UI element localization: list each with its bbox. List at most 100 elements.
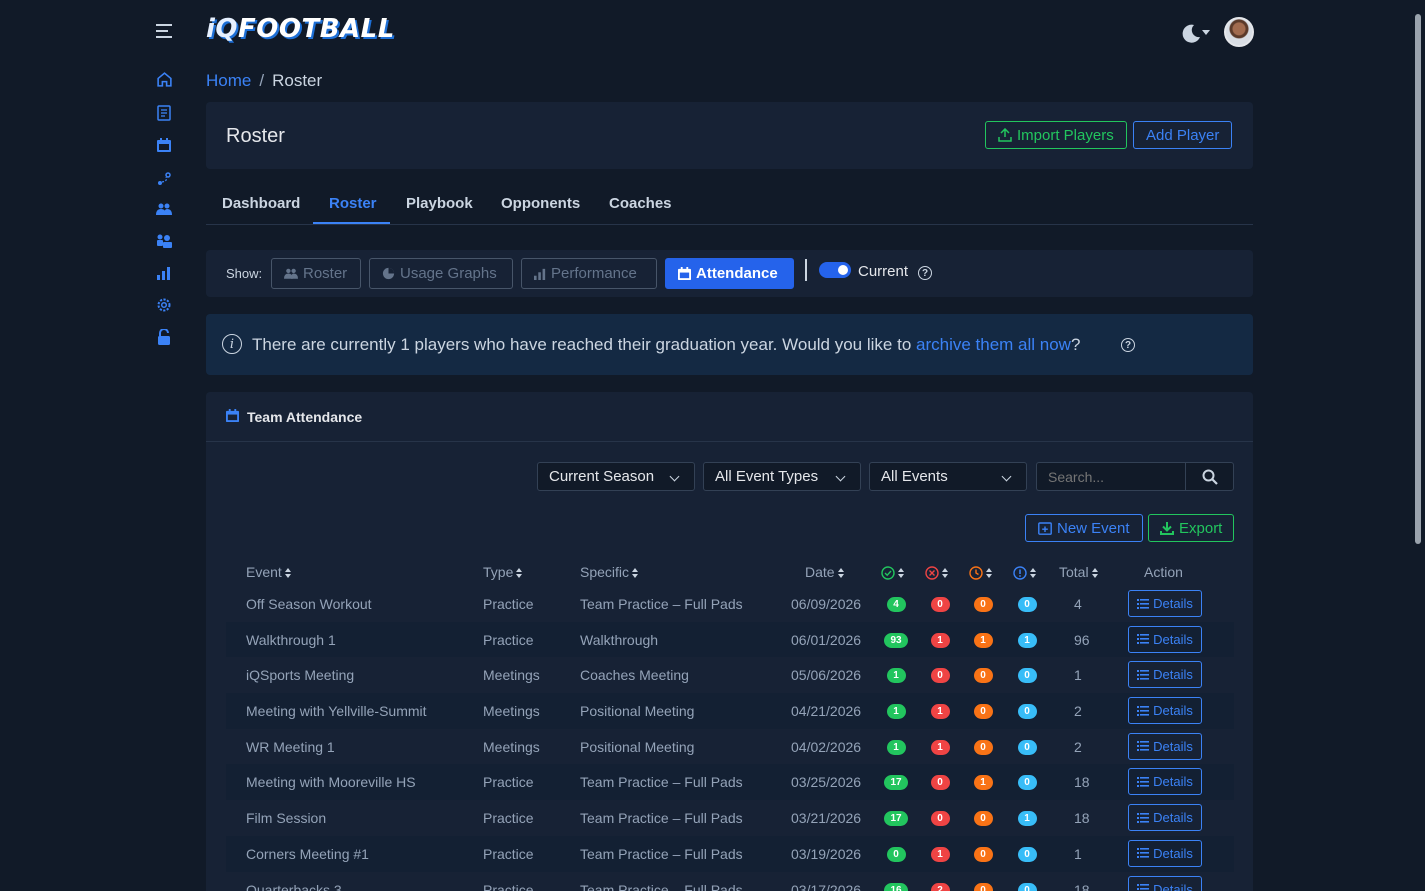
bar-chart-icon[interactable] [155,264,173,282]
search-button[interactable] [1185,462,1234,491]
alert-circle-icon [1013,566,1027,580]
sort-icon [1030,568,1037,579]
col-date[interactable]: Date [805,564,845,580]
unlock-icon[interactable] [155,328,173,346]
details-button[interactable]: Details [1128,590,1202,617]
app-logo[interactable]: iQFOOTBALL [206,14,395,44]
event-specific: Walkthrough [580,631,659,648]
details-label: Details [1153,845,1193,861]
search-input[interactable] [1036,462,1186,491]
scrollbar-thumb[interactable] [1415,14,1421,544]
excused-count-badge: 1 [1017,811,1037,827]
add-player-button[interactable]: Add Player [1133,121,1233,149]
show-roster-button[interactable]: Roster [271,258,361,289]
sort-icon [986,568,993,579]
users-icon[interactable] [155,200,173,218]
event-date: 04/21/2026 [791,703,862,720]
new-event-button[interactable]: New Event [1025,514,1143,542]
help-icon[interactable]: ? [918,266,932,280]
current-toggle[interactable] [819,262,851,278]
season-select[interactable]: Current Season [537,462,695,491]
scrollbar[interactable] [1413,0,1423,891]
chevron-down-icon [1001,471,1012,482]
tab-coaches[interactable]: Coaches [609,195,672,212]
add-player-label: Add Player [1146,126,1220,144]
events-select[interactable]: All Events [869,462,1027,491]
table-row: Meeting with Mooreville HS Practice Team P… [226,764,1234,801]
table-row: iQSports Meeting Meetings Coaches Meeting 0… [226,657,1234,694]
details-button[interactable]: Details [1128,768,1202,796]
list-icon [1137,634,1150,645]
late-count-badge: 1 [973,632,993,648]
clock-icon [969,566,983,580]
help-icon[interactable]: ? [1121,338,1135,352]
absent-count-badge: 1 [930,632,950,648]
event-date: 06/01/2026 [791,631,862,648]
details-button[interactable]: Details [1128,661,1202,689]
details-button[interactable]: Details [1128,732,1202,760]
page-title: Roster [226,125,285,147]
event-type: Meetings [483,738,540,755]
home-icon[interactable] [155,70,173,88]
absent-count-badge: 0 [930,811,950,827]
event-specific: Team Practice – Full Pads [580,596,743,612]
export-button[interactable]: Export [1148,514,1235,542]
tab-opponents[interactable]: Opponents [501,195,580,212]
chevron-down-icon [835,471,846,482]
col-total[interactable]: Total [1059,564,1099,580]
details-label: Details [1153,596,1193,611]
event-name: iQSports Meeting [246,667,355,684]
details-label: Details [1153,774,1193,790]
col-late[interactable] [969,564,993,580]
col-absent[interactable] [925,564,949,580]
col-present[interactable] [881,564,905,580]
details-button[interactable]: Details [1128,875,1202,891]
team-icon[interactable] [155,232,173,250]
moon-icon[interactable] [1180,22,1202,44]
event-type-select-value: All Event Types [715,468,819,485]
tab-playbook[interactable]: Playbook [406,195,473,212]
event-total: 2 [1074,703,1082,720]
event-name: Walkthrough 1 [246,631,336,648]
new-event-label: New Event [1057,519,1130,537]
gear-icon[interactable] [155,296,173,314]
card-header: Team Attendance [206,392,1253,442]
sort-icon [898,568,905,579]
calendar-icon[interactable] [155,136,173,154]
show-attendance-button[interactable]: Attendance [665,258,794,289]
divider [805,259,807,281]
event-date: 03/17/2026 [791,881,862,891]
avatar[interactable] [1224,17,1254,47]
breadcrumb-home[interactable]: Home [206,71,251,90]
document-icon[interactable] [155,104,173,122]
event-name: WR Meeting 1 [246,738,335,755]
table-row: Corners Meeting #1 Practice Team Practice … [226,835,1234,872]
show-toolbar: Show: Roster Usage Graphs Performance At… [206,250,1253,297]
playbook-icon[interactable] [155,170,173,188]
show-usage-graphs-button[interactable]: Usage Graphs [369,258,513,289]
details-button[interactable]: Details [1128,804,1202,832]
tab-dashboard[interactable]: Dashboard [222,195,300,212]
details-button[interactable]: Details [1128,839,1202,867]
tab-roster[interactable]: Roster [329,195,377,212]
col-type[interactable]: Type [483,564,523,580]
event-type-select[interactable]: All Event Types [703,462,861,491]
details-button[interactable]: Details [1128,697,1202,725]
event-specific: Team Practice – Full Pads [580,845,743,862]
hamburger-menu-icon[interactable] [156,22,172,38]
upload-icon [998,128,1012,142]
table-row: WR Meeting 1 Meetings Positional Meeting 04… [226,728,1234,765]
late-count-badge: 0 [973,597,993,612]
absent-count-badge: 1 [930,704,950,720]
chevron-down-icon[interactable] [1202,30,1210,35]
import-players-button[interactable]: Import Players [985,121,1127,149]
events-select-value: All Events [881,468,948,485]
col-event[interactable]: Event [246,564,292,580]
col-specific[interactable]: Specific [580,564,639,580]
late-count-badge: 0 [973,739,993,755]
col-excused[interactable] [1013,564,1037,580]
table-row: Film Session Practice Team Practice – Full… [226,800,1234,836]
show-performance-button[interactable]: Performance [521,258,657,289]
archive-all-link[interactable]: archive them all now [916,335,1071,354]
details-button[interactable]: Details [1128,625,1202,653]
